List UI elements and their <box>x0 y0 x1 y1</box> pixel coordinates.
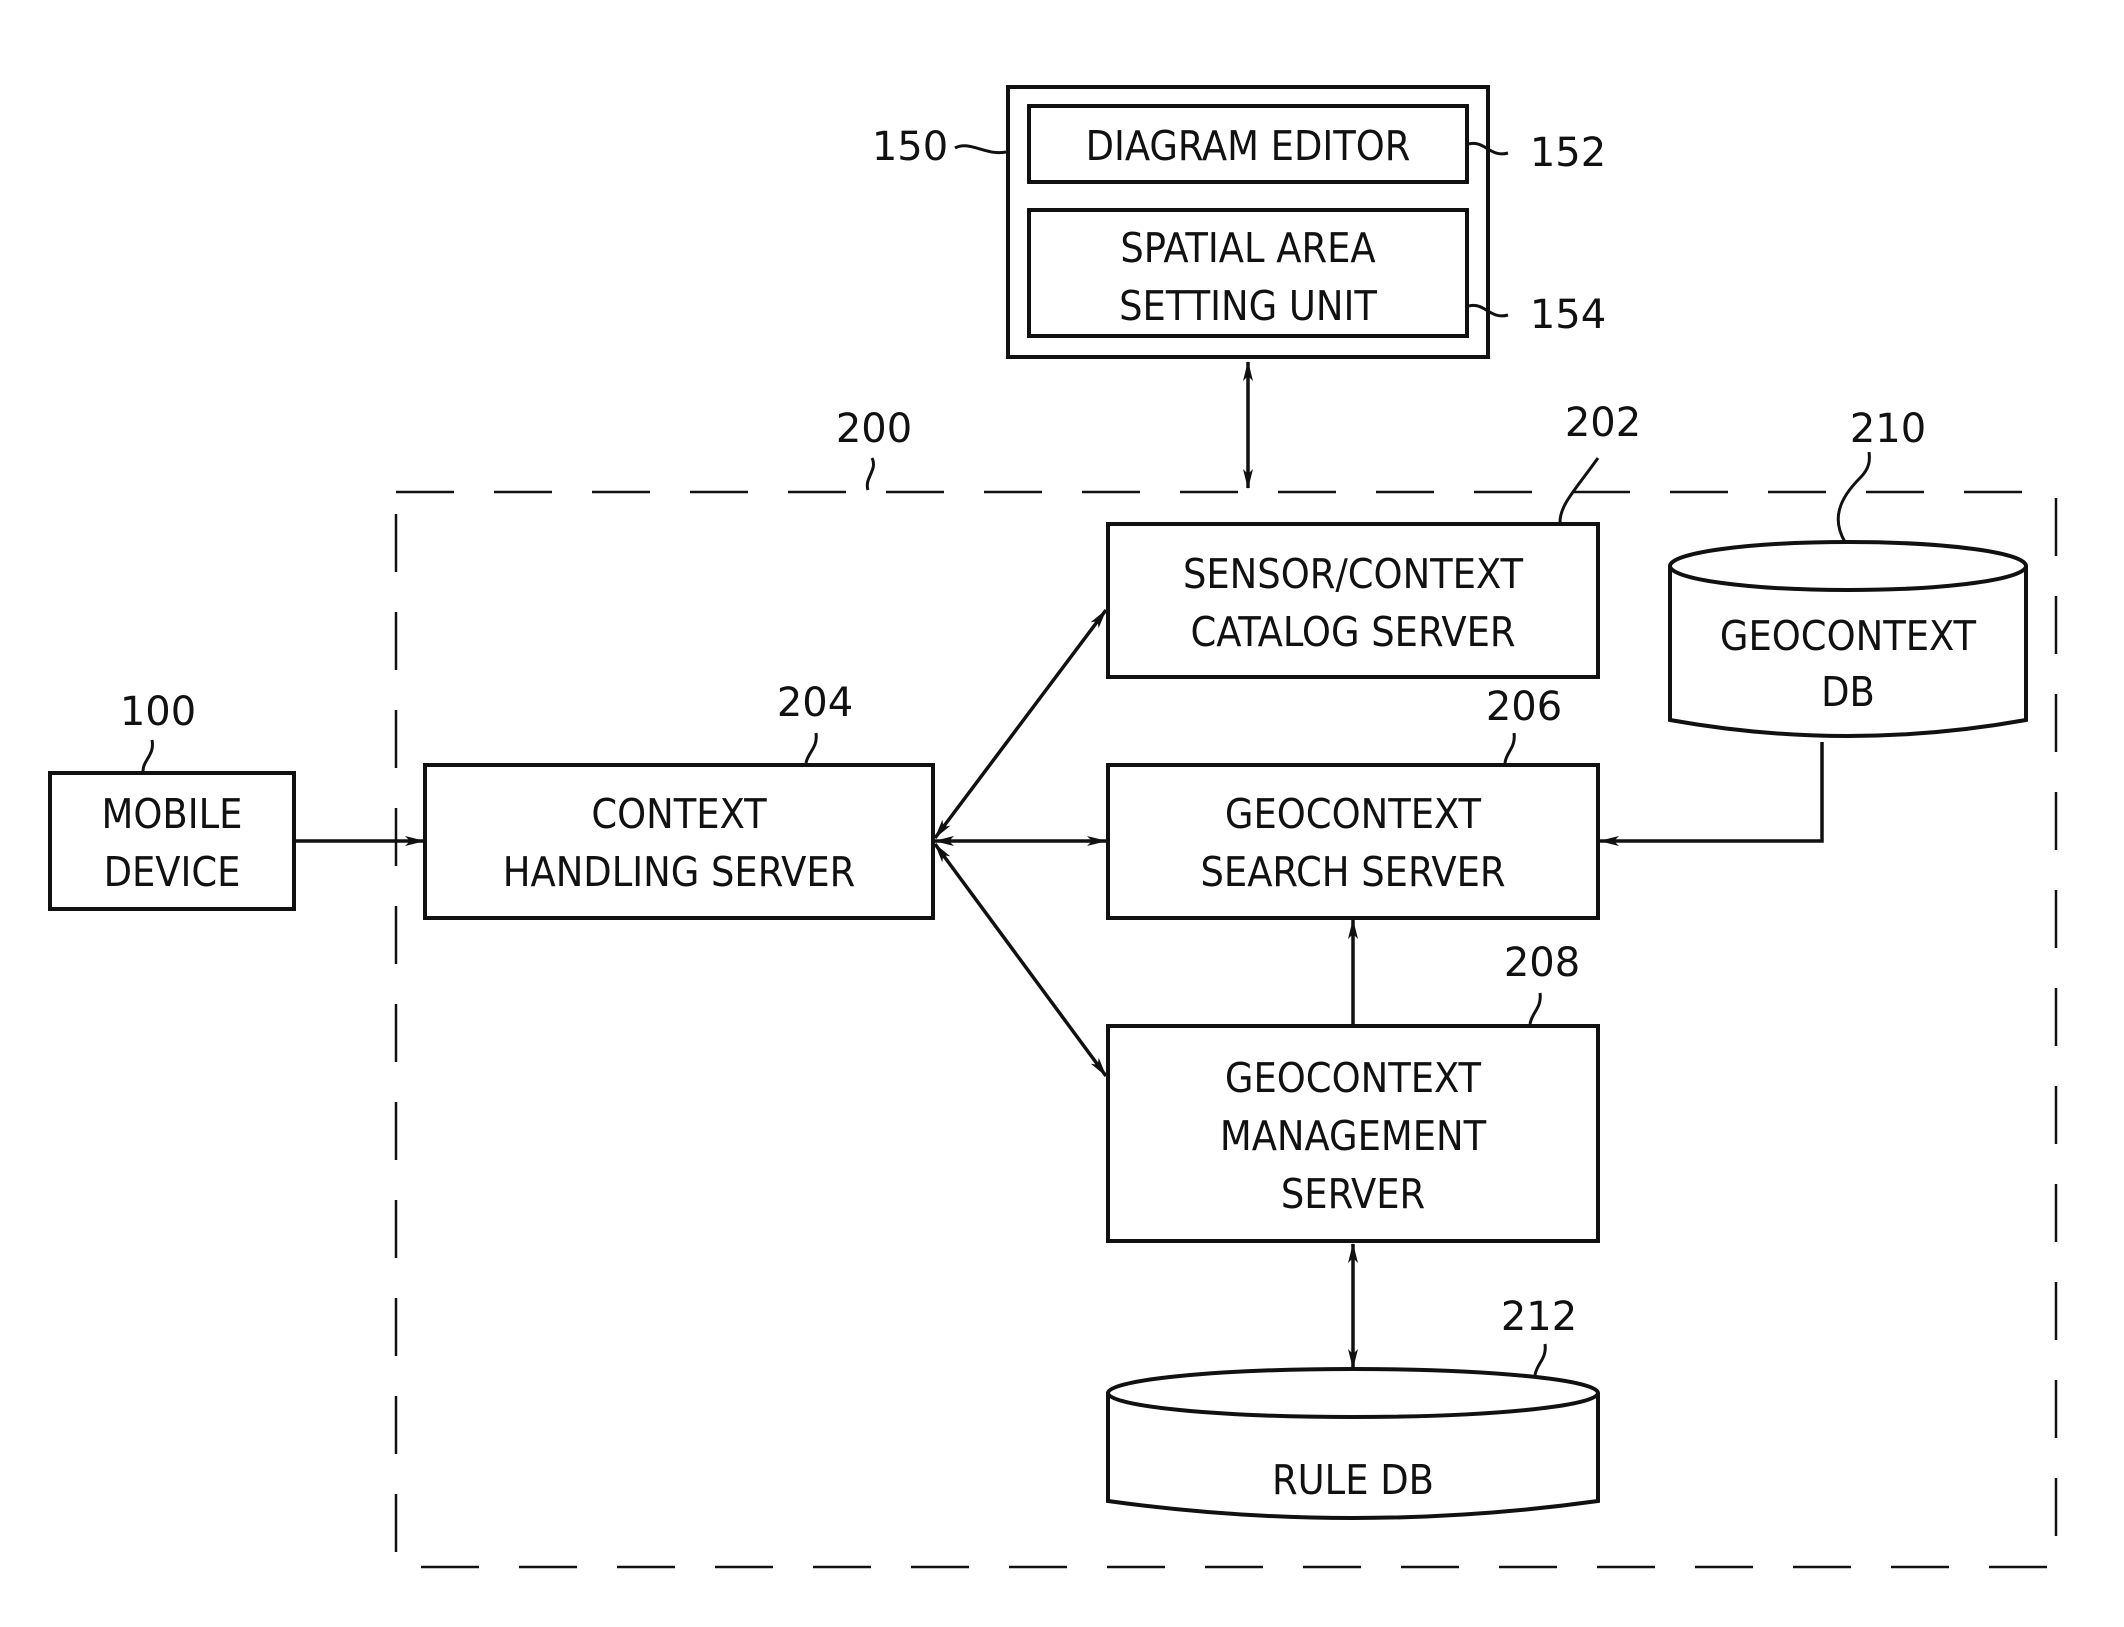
geocontext-search-label-line2: SEARCH SERVER <box>1200 848 1505 896</box>
context-handling-label-line1: CONTEXT <box>591 790 767 838</box>
ref-210: 210 <box>1850 406 1926 452</box>
geocontext-search-label-line1: GEOCONTEXT <box>1225 790 1482 838</box>
context-handling-block: CONTEXT HANDLING SERVER 204 <box>423 680 935 920</box>
ref-206: 206 <box>1486 684 1562 730</box>
ref-212: 212 <box>1501 1294 1577 1340</box>
geocontext-db-label-line2: DB <box>1821 668 1875 716</box>
diagram-editor-block: DIAGRAM EDITOR 152 <box>1027 104 1606 184</box>
geocontext-mgmt-label-line3: SERVER <box>1281 1170 1425 1218</box>
context-handling-label-line2: HANDLING SERVER <box>503 848 856 896</box>
mobile-device-label-line1: MOBILE <box>102 790 243 838</box>
sensor-catalog-label-line1: SENSOR/CONTEXT <box>1183 550 1524 598</box>
arrow-context-mgmt <box>933 842 1108 1078</box>
editor-group: 150 DIAGRAM EDITOR 152 SPATIAL AREA SETT… <box>872 85 1606 359</box>
sensor-catalog-block: SENSOR/CONTEXT CATALOG SERVER 202 <box>1106 400 1641 679</box>
ref-150: 150 <box>872 124 948 170</box>
geocontext-db-cylinder: GEOCONTEXT DB 210 <box>1668 406 2028 738</box>
geocontext-mgmt-label-line1: GEOCONTEXT <box>1225 1054 1482 1102</box>
spatial-area-label-line2: SETTING UNIT <box>1119 282 1377 330</box>
ref-204: 204 <box>777 680 853 726</box>
spatial-area-block: SPATIAL AREA SETTING UNIT 154 <box>1027 208 1606 338</box>
ref-100: 100 <box>120 689 196 735</box>
ref-152: 152 <box>1530 130 1606 176</box>
ref-202: 202 <box>1565 400 1641 446</box>
ref-154: 154 <box>1530 292 1606 338</box>
geocontext-db-label-line1: GEOCONTEXT <box>1720 612 1977 660</box>
arrow-geodb-search <box>1599 742 1824 846</box>
block-diagram: 200 150 DIAGRAM EDITOR 152 SPATIAL AREA … <box>48 85 2058 1569</box>
spatial-area-label-line1: SPATIAL AREA <box>1120 224 1375 272</box>
mobile-device-label-line2: DEVICE <box>104 848 241 896</box>
geocontext-search-block: GEOCONTEXT SEARCH SERVER 206 <box>1106 684 1600 920</box>
ref-200: 200 <box>836 406 912 452</box>
mobile-device-block: MOBILE DEVICE 100 <box>48 689 296 911</box>
diagram-editor-label: DIAGRAM EDITOR <box>1086 122 1411 170</box>
ref-208: 208 <box>1504 940 1580 986</box>
arrow-context-sensor <box>933 608 1108 840</box>
sensor-catalog-label-line2: CATALOG SERVER <box>1190 608 1515 656</box>
rule-db-label: RULE DB <box>1272 1456 1434 1504</box>
geocontext-mgmt-label-line2: MANAGEMENT <box>1220 1112 1487 1160</box>
